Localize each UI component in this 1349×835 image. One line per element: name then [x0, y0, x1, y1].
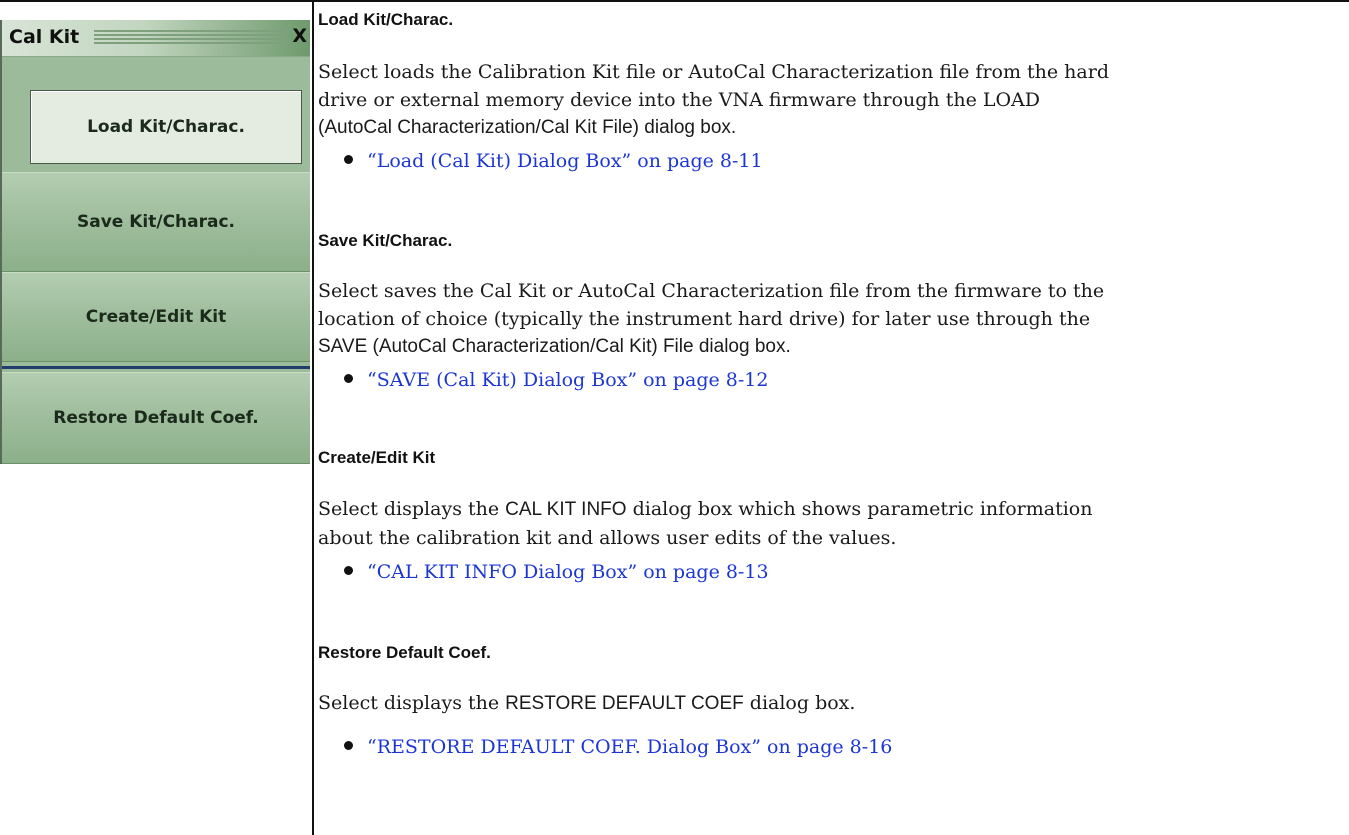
create-edit-kit-button[interactable]: Create/Edit Kit	[2, 272, 310, 362]
close-icon[interactable]: X	[292, 25, 307, 47]
link-restore-default-dialog[interactable]: “RESTORE DEFAULT COEF. Dialog Box” on pa…	[367, 736, 892, 758]
save-kit-button[interactable]: Save Kit/Charac.	[2, 172, 310, 272]
bullet-icon	[344, 741, 353, 750]
list-item: “CAL KIT INFO Dialog Box” on page 8-13	[344, 558, 769, 586]
list-item: “SAVE (Cal Kit) Dialog Box” on page 8-12	[344, 366, 768, 394]
section-paragraph: Select displays the CAL KIT INFO dialog …	[318, 495, 1328, 552]
section-heading: Load Kit/Charac.	[318, 10, 454, 29]
paragraph-line: location of choice (typically the instru…	[318, 308, 1091, 330]
titlebar-grip	[94, 30, 288, 44]
menu-title: Cal Kit	[9, 26, 80, 48]
link-load-dialog[interactable]: “Load (Cal Kit) Dialog Box” on page 8-11	[367, 150, 763, 172]
bullet-icon	[344, 155, 353, 164]
section-heading: Restore Default Coef.	[318, 643, 491, 662]
paragraph-line: Select saves the Cal Kit or AutoCal Char…	[318, 280, 1105, 302]
paragraph-line: drive or external memory device into the…	[318, 89, 1041, 111]
link-save-dialog[interactable]: “SAVE (Cal Kit) Dialog Box” on page 8-12	[367, 369, 768, 391]
text-span: Select displays the	[318, 498, 506, 520]
section-paragraph: Select loads the Calibration Kit file or…	[318, 58, 1328, 142]
bullet-icon	[344, 566, 353, 575]
text-span: RESTORE DEFAULT COEF	[505, 693, 744, 714]
section-heading: Save Kit/Charac.	[318, 231, 453, 250]
section-paragraph: Select displays the RESTORE DEFAULT COEF…	[318, 689, 1328, 718]
paragraph-line: SAVE (AutoCal Characterization/Cal Kit) …	[318, 336, 791, 357]
section-heading: Create/Edit Kit	[318, 448, 436, 467]
section-paragraph: Select saves the Cal Kit or AutoCal Char…	[318, 277, 1328, 361]
top-rule	[0, 0, 1349, 2]
restore-default-coef-button-label: Restore Default Coef.	[53, 408, 259, 428]
paragraph-line: about the calibration kit and allows use…	[318, 527, 897, 549]
paragraph-line: Select displays the CAL KIT INFO dialog …	[318, 495, 1328, 524]
cal-kit-menu-panel: Cal Kit X Load Kit/Charac. Save Kit/Char…	[0, 20, 310, 464]
menu-titlebar: Cal Kit X	[2, 20, 310, 57]
bullet-icon	[344, 374, 353, 383]
paragraph-line: Select loads the Calibration Kit file or…	[318, 61, 1109, 83]
text-span: CAL KIT INFO	[505, 499, 627, 520]
text-span: Select displays the	[318, 692, 506, 714]
column-divider	[312, 0, 314, 835]
paragraph-line: (AutoCal Characterization/Cal Kit File) …	[318, 117, 737, 138]
text-span: dialog box.	[743, 692, 856, 714]
paragraph-line: Select displays the RESTORE DEFAULT COEF…	[318, 689, 1328, 718]
list-item: “RESTORE DEFAULT COEF. Dialog Box” on pa…	[344, 733, 892, 761]
load-kit-button-label: Load Kit/Charac.	[87, 117, 245, 137]
list-item: “Load (Cal Kit) Dialog Box” on page 8-11	[344, 147, 763, 175]
restore-default-coef-button[interactable]: Restore Default Coef.	[2, 372, 310, 464]
save-kit-button-label: Save Kit/Charac.	[76, 212, 236, 232]
text-span: dialog box which shows parametric inform…	[626, 498, 1093, 520]
load-kit-button[interactable]: Load Kit/Charac.	[30, 90, 302, 164]
link-cal-kit-info-dialog[interactable]: “CAL KIT INFO Dialog Box” on page 8-13	[367, 561, 769, 583]
menu-divider	[2, 366, 310, 369]
create-edit-kit-button-label: Create/Edit Kit	[85, 307, 227, 327]
